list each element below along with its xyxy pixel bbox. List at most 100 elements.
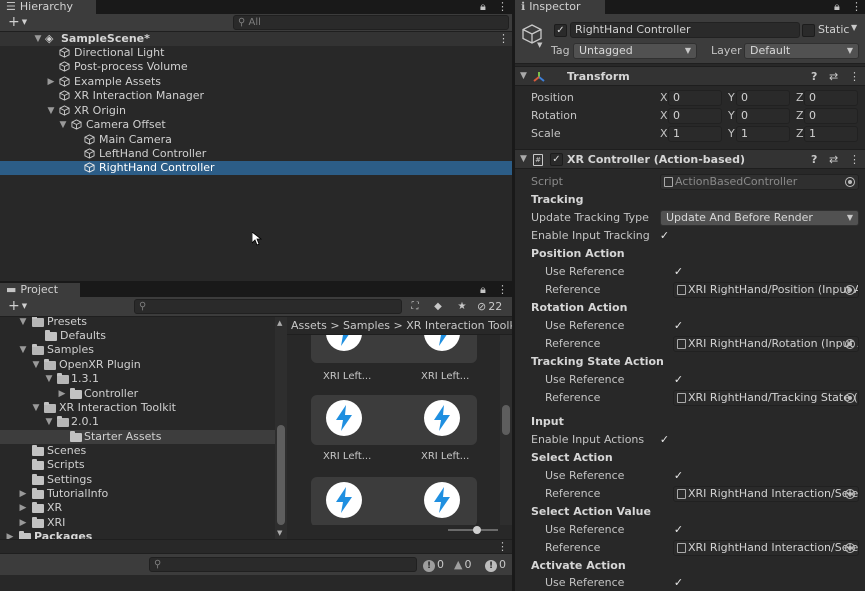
enable-input-actions-checkbox[interactable]: ✓: [658, 433, 671, 446]
transform-header[interactable]: ▼ Transform ? ⇄ ⋮: [515, 66, 865, 86]
enable-input-tracking-checkbox[interactable]: ✓: [658, 229, 671, 242]
expand-arrow-icon[interactable]: ▼: [44, 415, 54, 429]
static-dropdown-icon[interactable]: ▼: [851, 23, 857, 32]
use-reference-checkbox[interactable]: ✓: [672, 319, 685, 332]
expand-arrow-icon[interactable]: ▶: [18, 487, 28, 501]
y-axis-label[interactable]: Y: [728, 125, 735, 143]
scale-x-field[interactable]: 1: [668, 126, 722, 142]
help-icon[interactable]: ?: [811, 67, 817, 86]
scroll-up-icon[interactable]: ▲: [277, 319, 282, 327]
chevron-down-icon[interactable]: ▼: [537, 41, 542, 49]
scene-kebab-icon[interactable]: ⋮: [498, 32, 509, 46]
folder-row[interactable]: Scenes: [0, 444, 275, 458]
component-enabled-checkbox[interactable]: ✓: [550, 153, 563, 166]
use-reference-checkbox[interactable]: ✓: [672, 576, 685, 589]
select-value-reference-field[interactable]: XRI RightHand Interaction/Select Value (…: [673, 540, 859, 556]
use-reference-checkbox[interactable]: ✓: [672, 373, 685, 386]
slider-handle[interactable]: [473, 526, 481, 534]
tag-dropdown[interactable]: Untagged ▼: [573, 43, 697, 59]
xr-controller-header[interactable]: ▼ # ✓ XR Controller (Action-based) ? ⇄ ⋮: [515, 149, 865, 169]
tracking-state-action-row[interactable]: Tracking State Action: [515, 353, 865, 371]
x-axis-label[interactable]: X: [660, 107, 668, 125]
z-axis-label[interactable]: Z: [796, 89, 804, 107]
folder-row[interactable]: ▶ XR: [0, 501, 275, 515]
folder-tree-scrollbar[interactable]: ▲ ▼: [275, 317, 287, 539]
expand-arrow-icon[interactable]: ▼: [18, 317, 28, 329]
use-reference-checkbox[interactable]: ✓: [672, 469, 685, 482]
error-count-toggle[interactable]: ! 0: [485, 557, 506, 573]
z-axis-label[interactable]: Z: [796, 107, 804, 125]
scrollbar-thumb[interactable]: [277, 425, 285, 525]
search-by-label-icon[interactable]: ◆: [428, 299, 448, 315]
breadcrumb-item[interactable]: Assets: [291, 319, 327, 332]
select-reference-field[interactable]: XRI RightHand Interaction/Select (Input …: [673, 486, 859, 502]
position-x-field[interactable]: 0: [668, 90, 722, 106]
scale-y-field[interactable]: 1: [736, 126, 790, 142]
hidden-packages-toggle[interactable]: ⊘ 22: [477, 299, 502, 315]
folder-row[interactable]: ▼ XR Interaction Toolkit: [0, 401, 275, 415]
hierarchy-item-selected[interactable]: RightHand Controller: [0, 161, 512, 175]
favorite-star-icon[interactable]: ★: [452, 299, 472, 315]
x-axis-label[interactable]: X: [660, 89, 668, 107]
hierarchy-item[interactable]: ▶ Example Assets: [0, 75, 512, 89]
object-picker-icon[interactable]: [845, 339, 855, 349]
folder-row[interactable]: ▼ 2.0.1: [0, 415, 275, 429]
expand-arrow-icon[interactable]: ▼: [46, 104, 56, 118]
kebab-menu-icon[interactable]: ⋮: [497, 283, 508, 297]
breadcrumb-item[interactable]: Samples: [343, 319, 390, 332]
static-checkbox[interactable]: [802, 24, 815, 37]
z-axis-label[interactable]: Z: [796, 125, 804, 143]
preset-sliders-icon[interactable]: ⇄: [829, 67, 838, 86]
warning-count-toggle[interactable]: ▲ 0: [454, 557, 471, 573]
folder-row[interactable]: ▶ Packages: [0, 530, 275, 539]
folder-row[interactable]: ▶ TutorialInfo: [0, 487, 275, 501]
hierarchy-item[interactable]: Directional Light: [0, 46, 512, 60]
help-icon[interactable]: ?: [811, 150, 817, 169]
hierarchy-item[interactable]: XR Interaction Manager: [0, 89, 512, 103]
expand-arrow-icon[interactable]: ▶: [57, 387, 67, 401]
tracking-state-reference-field[interactable]: XRI RightHand/Tracking State (Input Acti…: [673, 390, 859, 406]
console-search-input[interactable]: ⚲: [149, 557, 417, 572]
y-axis-label[interactable]: Y: [728, 89, 735, 107]
select-action-row[interactable]: Select Action: [515, 449, 865, 467]
hierarchy-item[interactable]: Post-process Volume: [0, 60, 512, 74]
hierarchy-search-input[interactable]: ⚲ All: [233, 15, 509, 30]
scale-z-field[interactable]: 1: [804, 126, 858, 142]
component-kebab-icon[interactable]: ⋮: [849, 67, 860, 86]
hierarchy-item[interactable]: ▼ XR Origin: [0, 104, 512, 118]
lock-icon[interactable]: 🔒︎: [480, 283, 486, 297]
layer-dropdown[interactable]: Default ▼: [744, 43, 859, 59]
folder-row[interactable]: ▼ Samples: [0, 343, 275, 357]
x-axis-label[interactable]: X: [660, 125, 668, 143]
folder-row-selected[interactable]: Starter Assets: [0, 430, 275, 444]
folder-row[interactable]: ▶ Controller: [0, 387, 275, 401]
object-picker-icon[interactable]: [845, 543, 855, 553]
object-picker-icon[interactable]: [845, 285, 855, 295]
use-reference-checkbox[interactable]: ✓: [672, 523, 685, 536]
expand-arrow-icon[interactable]: ▶: [18, 516, 28, 530]
folder-row[interactable]: Settings: [0, 473, 275, 487]
folder-row[interactable]: ▼ 1.3.1: [0, 372, 275, 386]
rotation-reference-field[interactable]: XRI RightHand/Rotation (Input Action Ref…: [673, 336, 859, 352]
folder-row[interactable]: ▶ XRI: [0, 516, 275, 530]
collapse-arrow-icon[interactable]: ▼: [520, 67, 527, 86]
expand-arrow-icon[interactable]: ▼: [58, 118, 68, 132]
asset-grid-scrollbar[interactable]: [500, 335, 512, 525]
position-y-field[interactable]: 0: [736, 90, 790, 106]
tab-project[interactable]: ▬ Project: [0, 283, 80, 297]
activate-action-row[interactable]: Activate Action: [515, 557, 865, 575]
collapse-arrow-icon[interactable]: ▼: [520, 150, 527, 169]
kebab-menu-icon[interactable]: ⋮: [497, 0, 508, 14]
object-picker-icon[interactable]: [845, 393, 855, 403]
add-button[interactable]: + ▼: [8, 297, 27, 317]
info-count-toggle[interactable]: ! 0: [423, 557, 444, 573]
position-action-row[interactable]: Position Action: [515, 245, 865, 263]
preset-sliders-icon[interactable]: ⇄: [829, 150, 838, 169]
y-axis-label[interactable]: Y: [728, 107, 735, 125]
position-z-field[interactable]: 0: [804, 90, 858, 106]
scrollbar-thumb[interactable]: [502, 405, 510, 435]
rotation-y-field[interactable]: 0: [736, 108, 790, 124]
expand-arrow-icon[interactable]: ▼: [44, 372, 54, 386]
breadcrumb-item[interactable]: XR Interaction Toolkit: [406, 319, 512, 332]
object-picker-icon[interactable]: [845, 489, 855, 499]
